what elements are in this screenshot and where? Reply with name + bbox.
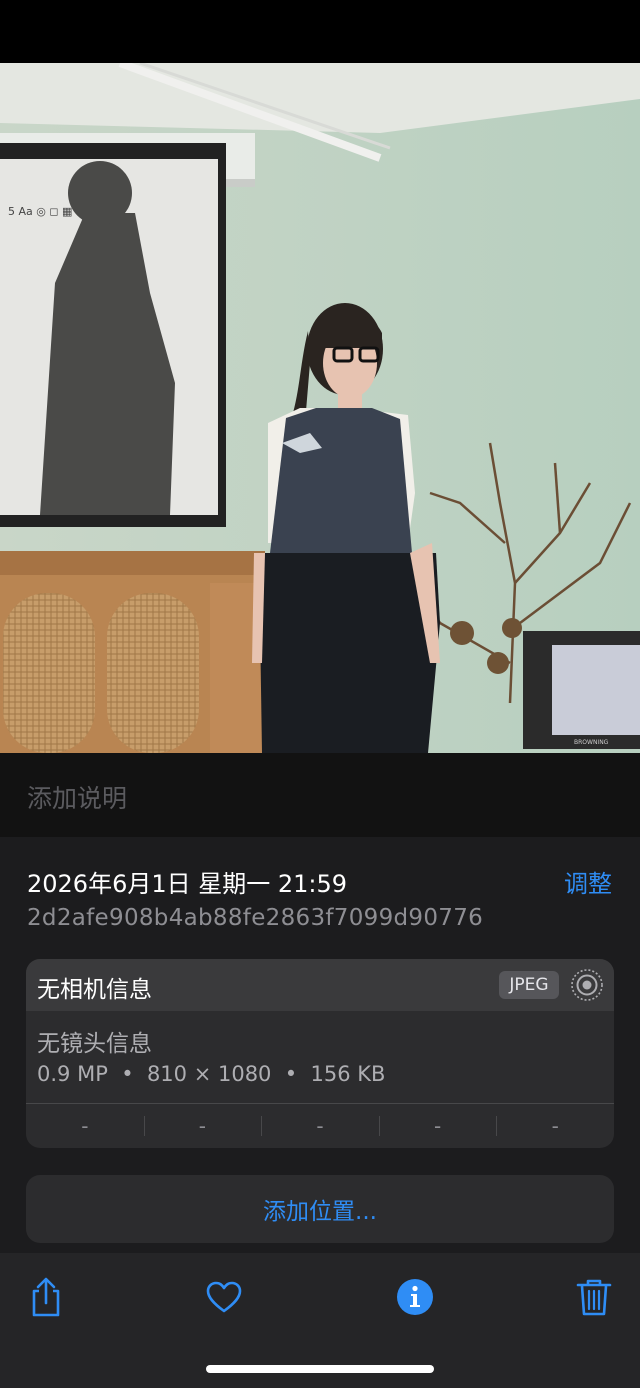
info-sheet: 添加说明 2026年6月1日 星期一 21:59 调整 2d2afe908b4a… (0, 753, 640, 1253)
camera-info-header: 无相机信息 JPEG (26, 959, 614, 1011)
live-photo-icon[interactable] (570, 968, 604, 1002)
trash-icon (576, 1279, 612, 1316)
add-location-button[interactable]: 添加位置... (26, 1175, 614, 1243)
monitor-brand: BROWNING (574, 739, 609, 746)
exif-aperture: - (378, 1104, 497, 1148)
photo-filename: 2d2afe908b4ab88fe2863f7099d90776 (27, 905, 484, 931)
photo-datetime: 2026年6月1日 星期一 21:59 (27, 870, 348, 898)
format-badge: JPEG (499, 971, 559, 999)
favorite-button[interactable] (202, 1275, 246, 1319)
caption-input[interactable]: 添加说明 (27, 779, 127, 815)
adjust-button[interactable]: 调整 (564, 864, 612, 899)
lens-info: 无镜头信息 (37, 1031, 152, 1057)
heart-icon (206, 1281, 242, 1313)
photo-view[interactable]: 5 Aa ◎ ◻ ▦ BROWNING (0, 63, 640, 753)
exif-ev: - (261, 1104, 379, 1148)
share-icon (32, 1277, 60, 1317)
camera-title: 无相机信息 (37, 977, 152, 1003)
camera-info-card: 无相机信息 JPEG 无镜头信息 0.9 MP • 810 × 1080 • 1… (26, 959, 614, 1148)
info-icon (397, 1279, 433, 1315)
delete-button[interactable] (572, 1275, 616, 1319)
share-button[interactable] (24, 1275, 68, 1319)
caption-area[interactable]: 添加说明 (0, 753, 640, 837)
bottom-toolbar (0, 1253, 640, 1388)
image-specs: 0.9 MP • 810 × 1080 • 156 KB (37, 1062, 386, 1086)
exif-shutter: - (496, 1104, 614, 1148)
exif-focal-length: - (143, 1104, 262, 1148)
info-button[interactable] (393, 1275, 437, 1319)
photo-image: 5 Aa ◎ ◻ ▦ BROWNING (0, 63, 640, 753)
exif-row: - - - - - (26, 1104, 614, 1148)
screen-text: 5 Aa ◎ ◻ ▦ (8, 205, 72, 218)
exif-iso: - (81, 1114, 89, 1138)
home-indicator[interactable] (206, 1365, 434, 1373)
